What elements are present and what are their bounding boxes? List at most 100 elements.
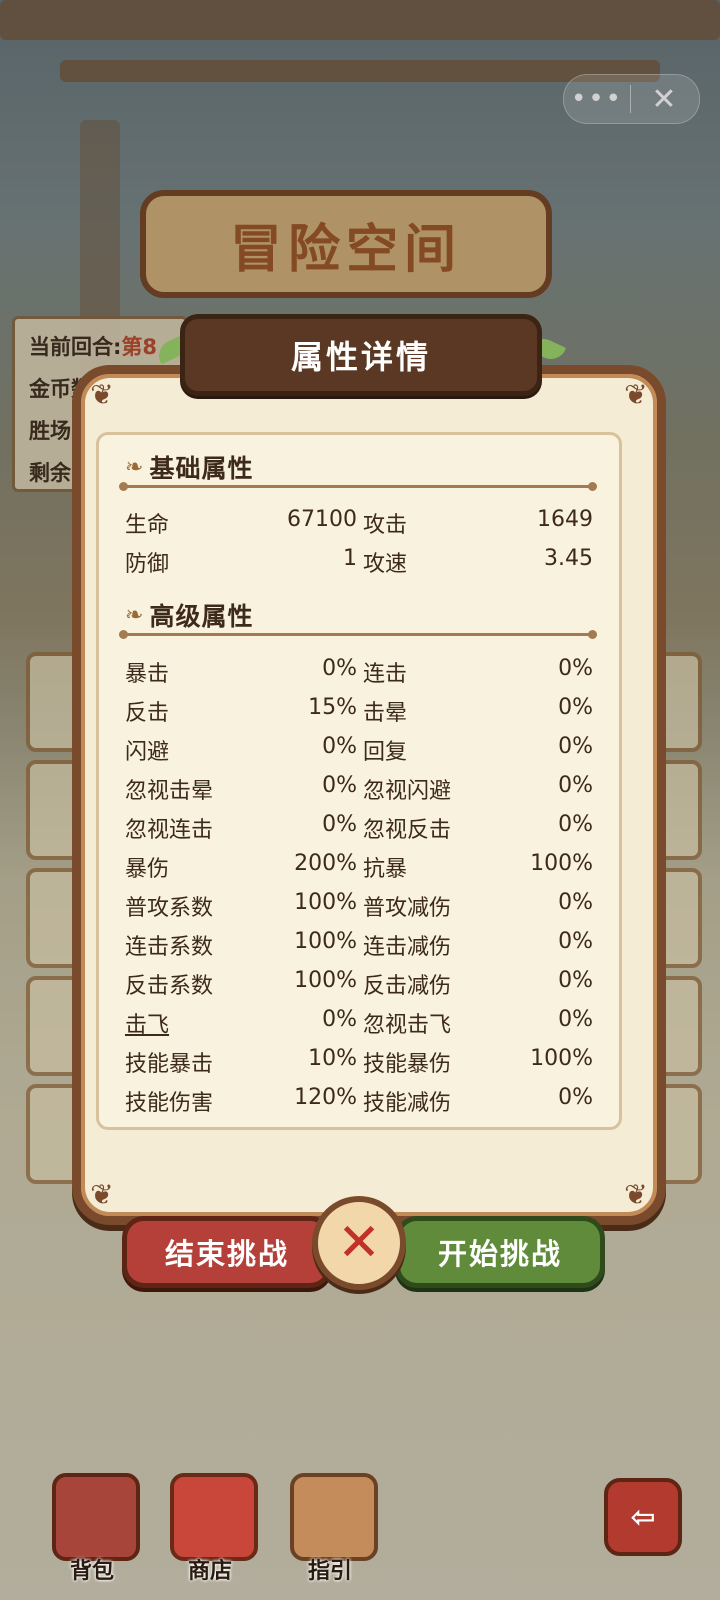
attribute-row: 闪避 0% 回复 0% (125, 734, 593, 773)
attr-key: 忽视击晕 (125, 779, 214, 804)
attribute-row: 普攻系数 100% 普攻减伤 0% (125, 890, 593, 929)
attribute-row: 暴击 0% 连击 0% (125, 656, 593, 695)
attr-value: 100% (294, 929, 357, 954)
section-divider (119, 482, 597, 491)
attr-key: 回复 (363, 740, 408, 765)
attr-value: 0% (558, 812, 593, 837)
section-basic-title: 基础属性 (149, 454, 254, 483)
attr-key: 攻速 (363, 552, 408, 577)
nav-guide[interactable]: 指引 (280, 1465, 380, 1585)
attribute-row: 反击系数 100% 反击减伤 0% (125, 968, 593, 1007)
attr-value: 0% (558, 929, 593, 954)
attribute-row: 反击 15% 击晕 0% (125, 695, 593, 734)
attr-value: 1649 (537, 507, 593, 532)
attr-value: 0% (322, 773, 357, 798)
attr-key: 忽视连击 (125, 818, 214, 843)
attribute-row: 暴伤 200% 抗暴 100% (125, 851, 593, 890)
attr-value: 1 (343, 546, 357, 571)
attr-key: 抗暴 (363, 857, 408, 882)
attr-value: 0% (322, 656, 357, 681)
section-divider (119, 630, 597, 639)
attr-key: 防御 (125, 552, 170, 577)
attr-value: 10% (308, 1046, 357, 1071)
attr-value: 100% (530, 1046, 593, 1071)
attr-key: 连击减伤 (363, 935, 452, 960)
start-challenge-button[interactable]: 开始挑战 (395, 1216, 605, 1288)
attribute-panel: ❧ 基础属性 生命 67100 攻击 1649 防御 1 攻速 3.45 ❧ 高… (96, 432, 622, 1130)
attr-key: 暴击 (125, 662, 170, 687)
attr-key: 忽视闪避 (363, 779, 452, 804)
attr-value: 0% (558, 773, 593, 798)
section-basic-header: ❧ 基础属性 (125, 449, 253, 485)
attr-key: 技能暴击 (125, 1052, 214, 1077)
attr-key: 生命 (125, 513, 170, 538)
sprout-icon: ❧ (125, 602, 144, 628)
attribute-row: 生命 67100 攻击 1649 (125, 507, 593, 546)
attr-key: 反击减伤 (363, 974, 452, 999)
attr-value: 0% (558, 1085, 593, 1110)
attr-value: 0% (558, 695, 593, 720)
end-challenge-button[interactable]: 结束挑战 (122, 1216, 332, 1288)
corner-ornament-icon: ❦ (624, 378, 648, 411)
attr-value: 0% (322, 734, 357, 759)
attr-value: 120% (294, 1085, 357, 1110)
attr-value: 0% (322, 1007, 357, 1032)
attr-value: 100% (294, 890, 357, 915)
shop-icon (170, 1473, 258, 1561)
corner-ornament-icon: ❦ (624, 1178, 648, 1211)
close-icon: ✕ (337, 1213, 381, 1273)
attr-value: 0% (558, 890, 593, 915)
attr-value: 67100 (287, 507, 357, 532)
attr-key: 连击系数 (125, 935, 214, 960)
close-modal-button[interactable]: ✕ (312, 1196, 406, 1290)
attribute-row: 忽视击晕 0% 忽视闪避 0% (125, 773, 593, 812)
nav-bag-label: 背包 (69, 1559, 114, 1584)
exit-button[interactable]: ⇦ (604, 1478, 682, 1556)
attr-key: 忽视反击 (363, 818, 452, 843)
attr-value: 0% (558, 968, 593, 993)
exit-icon: ⇦ (630, 1499, 656, 1535)
attr-key: 忽视击飞 (363, 1013, 452, 1038)
attr-key: 反击 (125, 701, 170, 726)
nav-bag[interactable]: 背包 (42, 1465, 142, 1585)
attr-value: 15% (308, 695, 357, 720)
sprout-icon: ❧ (125, 454, 144, 480)
modal-title-bar: 属性详情 (180, 314, 542, 396)
attr-key: 反击系数 (125, 974, 214, 999)
attr-value: 100% (294, 968, 357, 993)
section-advanced-title: 高级属性 (149, 602, 254, 631)
attr-key: 技能减伤 (363, 1091, 452, 1116)
attr-key: 普攻减伤 (363, 896, 452, 921)
attr-key: 技能伤害 (125, 1091, 214, 1116)
attr-value: 0% (558, 734, 593, 759)
attr-key-link[interactable]: 击飞 (125, 1007, 169, 1039)
backpack-icon (52, 1473, 140, 1561)
nav-shop[interactable]: 商店 (160, 1465, 260, 1585)
attr-value: 0% (322, 812, 357, 837)
attribute-row: 连击系数 100% 连击减伤 0% (125, 929, 593, 968)
attribute-row: 技能暴击 10% 技能暴伤 100% (125, 1046, 593, 1085)
section-advanced-header: ❧ 高级属性 (125, 597, 253, 633)
corner-ornament-icon: ❦ (90, 378, 114, 411)
attr-value: 200% (294, 851, 357, 876)
attr-key: 暴伤 (125, 857, 170, 882)
attr-key: 闪避 (125, 740, 170, 765)
attr-key: 连击 (363, 662, 408, 687)
attr-key: 攻击 (363, 513, 408, 538)
attr-value: 0% (558, 656, 593, 681)
attr-value: 100% (530, 851, 593, 876)
nav-shop-label: 商店 (187, 1559, 232, 1584)
attr-key: 击晕 (363, 701, 408, 726)
attribute-row: 技能伤害 120% 技能减伤 0% (125, 1085, 593, 1124)
corner-ornament-icon: ❦ (90, 1178, 114, 1211)
attr-key: 技能暴伤 (363, 1052, 452, 1077)
attribute-row: 击飞 0% 忽视击飞 0% (125, 1007, 593, 1046)
attr-value: 3.45 (544, 546, 593, 571)
attr-value: 0% (558, 1007, 593, 1032)
nav-guide-label: 指引 (307, 1559, 352, 1584)
attr-key: 普攻系数 (125, 896, 214, 921)
modal-title: 属性详情 (290, 338, 431, 376)
signpost-icon (290, 1473, 378, 1561)
attribute-row: 防御 1 攻速 3.45 (125, 546, 593, 585)
attribute-row: 忽视连击 0% 忽视反击 0% (125, 812, 593, 851)
